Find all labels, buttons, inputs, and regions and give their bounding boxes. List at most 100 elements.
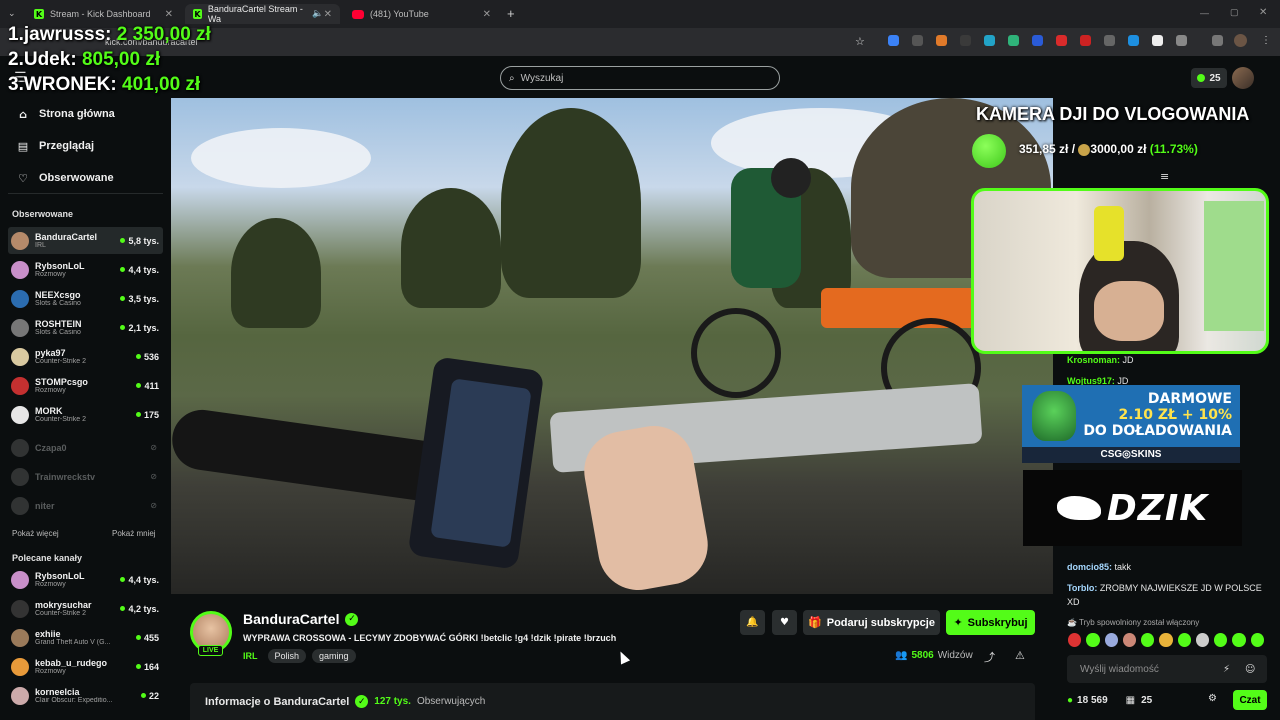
sidebar-channel-item[interactable]: NEEXcsgo Slots & Casino 3,5 tys. bbox=[8, 285, 163, 312]
speaker-icon[interactable]: 🔈 bbox=[312, 9, 323, 19]
extension-icon[interactable] bbox=[1104, 35, 1115, 46]
sidebar-channel-item[interactable]: pyka97 Counter-Strike 2 536 bbox=[8, 343, 163, 370]
reading-list-icon[interactable] bbox=[1212, 35, 1223, 46]
window-close-icon[interactable]: ✕ bbox=[1259, 7, 1267, 18]
extension-icon[interactable] bbox=[984, 35, 995, 46]
chat-filter-icon[interactable]: ≡ bbox=[1160, 170, 1169, 183]
emote-icon[interactable] bbox=[1195, 633, 1210, 647]
user-avatar[interactable] bbox=[1232, 67, 1254, 89]
sidebar-channel-item[interactable]: STOMPcsgo Rozmowy 411 bbox=[8, 372, 163, 399]
emote-icon[interactable] bbox=[1159, 633, 1173, 647]
report-warning-icon[interactable]: ⚠ bbox=[1015, 649, 1025, 662]
about-section-header[interactable]: Informacje o BanduraCartel ✓ 127 tys. Ob… bbox=[190, 683, 1035, 720]
sidebar-channel-item-offline[interactable]: Czapa0 ⊘ bbox=[8, 434, 163, 461]
channel-avatar bbox=[11, 405, 29, 424]
sidebar-channel-item[interactable]: RybsonLoL Rozmowy 4,4 tys. bbox=[8, 566, 163, 593]
close-icon[interactable]: ✕ bbox=[324, 9, 332, 20]
sidebar-channel-item[interactable]: mokrysuchar Counter-Strike 2 4,2 tys. bbox=[8, 595, 163, 622]
category-link[interactable]: IRL bbox=[243, 651, 258, 661]
extension-icon[interactable] bbox=[912, 35, 923, 46]
close-icon[interactable]: ✕ bbox=[165, 9, 173, 20]
live-dot-icon bbox=[120, 606, 126, 611]
extension-icon[interactable] bbox=[1128, 35, 1139, 46]
tag-chip[interactable]: gaming bbox=[312, 649, 356, 663]
send-chat-button[interactable]: Czat bbox=[1233, 690, 1267, 710]
emote-icon[interactable] bbox=[1086, 633, 1100, 647]
share-icon[interactable]: ⤴ bbox=[984, 649, 995, 665]
follow-heart-button[interactable]: ♥ bbox=[772, 610, 797, 635]
nav-label: Obserwowane bbox=[39, 172, 114, 184]
emote-icon[interactable] bbox=[1177, 633, 1191, 647]
emote-icon[interactable] bbox=[1232, 633, 1246, 647]
emoji-icon[interactable]: ☺ bbox=[1245, 664, 1255, 675]
offline-icon: ⊘ bbox=[150, 501, 157, 510]
sidebar-channel-item[interactable]: ROSHTEIN Slots & Casino 2,1 tys. bbox=[8, 314, 163, 341]
channel-avatar bbox=[11, 260, 29, 279]
csgoskins-ad[interactable]: DARMOWE 2.10 ZŁ + 10% DO DOŁADOWANIA CSG… bbox=[1022, 385, 1240, 463]
tab-youtube[interactable]: (481) YouTube ✕ bbox=[344, 4, 499, 24]
search-input[interactable]: ⌕ Wyszukaj bbox=[500, 66, 780, 90]
youtube-favicon-icon bbox=[352, 9, 364, 19]
sidebar-channel-item[interactable]: MORK Counter-Strike 2 175 bbox=[8, 401, 163, 428]
channel-category: Clair Obscur: Expeditio... bbox=[35, 697, 113, 704]
commands-icon[interactable]: ⚡ bbox=[1223, 664, 1230, 675]
kicks-balance-badge[interactable]: 25 bbox=[1191, 68, 1227, 88]
dzik-ad[interactable]: DZIK bbox=[1023, 470, 1242, 546]
channel-viewers: 411 bbox=[136, 381, 159, 391]
extension-icon[interactable] bbox=[936, 35, 947, 46]
maximize-icon[interactable]: ▢ bbox=[1230, 7, 1239, 18]
new-tab-button[interactable]: + bbox=[507, 6, 515, 21]
sidebar-channel-item[interactable]: kebab_u_rudego Rozmowy 164 bbox=[8, 653, 163, 680]
close-icon[interactable]: ✕ bbox=[483, 9, 491, 20]
extensions-puzzle-icon[interactable] bbox=[1176, 35, 1187, 46]
nav-following[interactable]: ♡ Obserwowane bbox=[16, 167, 114, 189]
emote-icon[interactable] bbox=[1122, 633, 1137, 647]
emote-icon[interactable] bbox=[1104, 633, 1118, 647]
kicks-count: 25 bbox=[1209, 72, 1221, 84]
extension-icon[interactable] bbox=[1056, 35, 1067, 46]
followers-label: Obserwujących bbox=[416, 696, 486, 707]
channel-points-icon[interactable]: ● bbox=[1067, 695, 1073, 706]
search-placeholder: Wyszukaj bbox=[520, 72, 564, 84]
sidebar-channel-item[interactable]: exhiie Grand Theft Auto V (G... 455 bbox=[8, 624, 163, 651]
extension-icon[interactable] bbox=[960, 35, 971, 46]
tree bbox=[401, 188, 501, 308]
menu-kebab-icon[interactable]: ⋮ bbox=[1261, 35, 1271, 46]
extension-icon[interactable] bbox=[888, 35, 899, 46]
bookmark-star-icon[interactable]: ☆ bbox=[855, 35, 865, 48]
sidebar-channel-item[interactable]: BanduraCartel IRL 5,8 tys. bbox=[8, 227, 163, 254]
emote-icon[interactable] bbox=[1141, 633, 1155, 647]
channel-text: niter bbox=[35, 501, 150, 511]
sidebar-channel-item[interactable]: RybsonLoL Rozmowy 4,4 tys. bbox=[8, 256, 163, 283]
extension-icon[interactable] bbox=[1080, 35, 1091, 46]
gift-subs-button[interactable]: 🎁 Podaruj subskrypcje bbox=[803, 610, 940, 635]
settings-gear-icon[interactable]: ⚙ bbox=[1208, 693, 1217, 704]
sidebar-channel-item[interactable]: korneelcia Clair Obscur: Expeditio... 22 bbox=[8, 682, 163, 709]
show-more-button[interactable]: Pokaż więcej bbox=[12, 529, 59, 538]
channel-category: Rozmowy bbox=[35, 581, 66, 588]
tab-kick-dashboard[interactable]: K Stream - Kick Dashboard ✕ bbox=[26, 4, 181, 24]
tab-search-icon[interactable]: ⌄ bbox=[8, 8, 16, 19]
show-less-button[interactable]: Pokaż mniej bbox=[112, 529, 156, 538]
profile-avatar[interactable] bbox=[1234, 34, 1247, 47]
emote-icon[interactable] bbox=[1068, 633, 1082, 647]
channel-avatar bbox=[11, 438, 29, 457]
notification-bell-button[interactable]: 🔔 bbox=[740, 610, 765, 635]
emote-icon[interactable] bbox=[1250, 633, 1264, 647]
tab-bandura-stream[interactable]: K BanduraCartel Stream - Wa 🔈 ✕ bbox=[185, 4, 340, 24]
sidebar-channel-item-offline[interactable]: Trainwreckstv ⊘ bbox=[8, 463, 163, 490]
minimize-icon[interactable]: — bbox=[1200, 8, 1209, 18]
extension-icon[interactable] bbox=[1032, 35, 1043, 46]
nav-browse[interactable]: ▤ Przeglądaj bbox=[16, 135, 94, 157]
nav-home[interactable]: ⌂ Strona główna bbox=[16, 103, 115, 125]
extension-icon[interactable] bbox=[1008, 35, 1019, 46]
kicks-icon[interactable]: ▦ bbox=[1126, 695, 1135, 706]
tag-chip[interactable]: Polish bbox=[267, 649, 307, 663]
sidebar-channel-item-offline[interactable]: niter ⊘ bbox=[8, 492, 163, 519]
extension-icon[interactable] bbox=[1152, 35, 1163, 46]
subscribe-button[interactable]: ✦ Subskrybuj bbox=[946, 610, 1035, 635]
chat-input[interactable]: Wyślij wiadomość ⚡ ☺ bbox=[1067, 655, 1267, 683]
channel-name[interactable]: BanduraCartel ✓ bbox=[243, 611, 359, 627]
emote-icon[interactable] bbox=[1214, 633, 1228, 647]
video-player[interactable] bbox=[171, 98, 1053, 594]
